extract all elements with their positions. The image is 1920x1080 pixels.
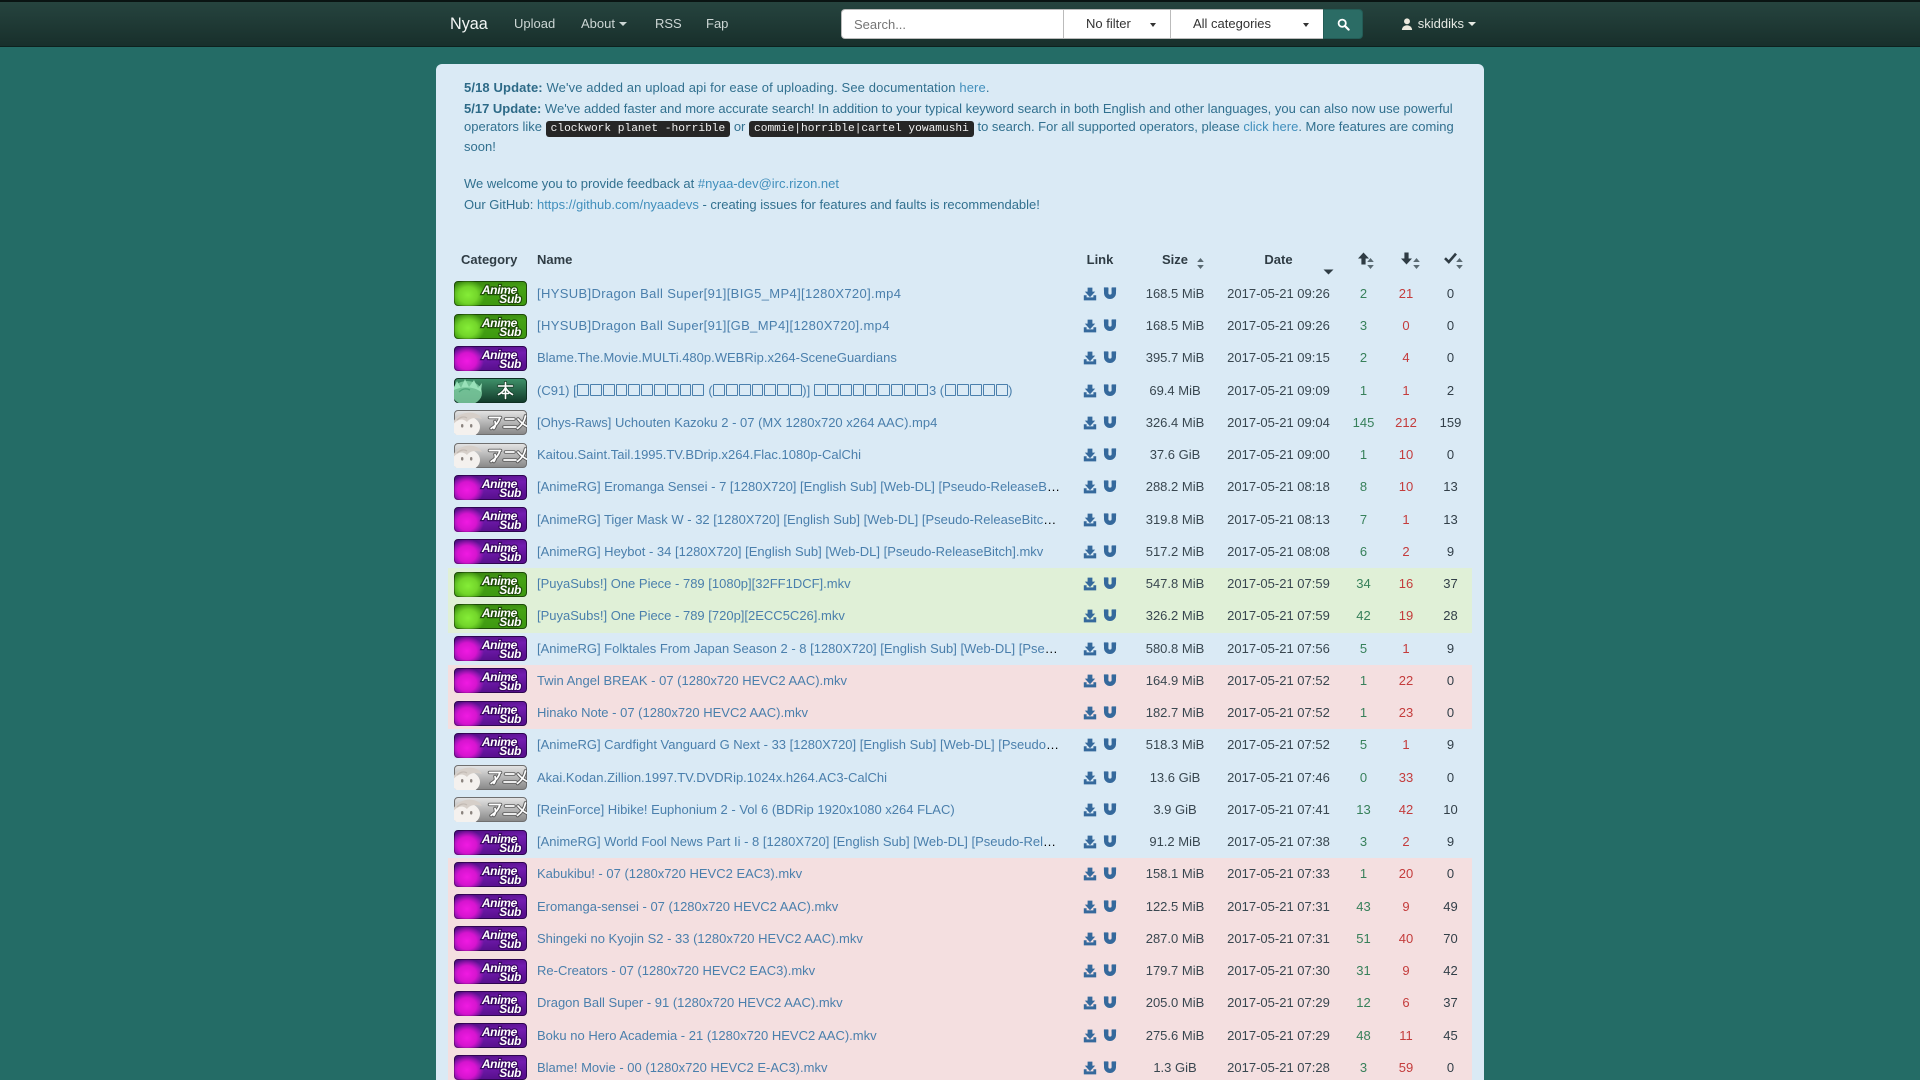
- svg-text:Sub: Sub: [499, 841, 521, 855]
- svg-text:Sub: Sub: [499, 1034, 521, 1048]
- svg-text:Sub: Sub: [499, 357, 521, 371]
- svg-text:Sub: Sub: [499, 970, 521, 984]
- svg-text:Sub: Sub: [499, 873, 521, 887]
- svg-text:Sub: Sub: [499, 486, 521, 500]
- svg-text:Sub: Sub: [499, 583, 521, 597]
- svg-text:Sub: Sub: [499, 292, 521, 306]
- svg-text:Sub: Sub: [499, 937, 521, 951]
- svg-text:Sub: Sub: [499, 518, 521, 532]
- svg-text:Sub: Sub: [499, 1066, 521, 1080]
- svg-text:Sub: Sub: [499, 1002, 521, 1016]
- svg-text:Sub: Sub: [499, 905, 521, 919]
- svg-text:Sub: Sub: [499, 712, 521, 726]
- svg-text:Sub: Sub: [499, 550, 521, 564]
- svg-text:Sub: Sub: [499, 647, 521, 661]
- svg-text:Sub: Sub: [499, 325, 521, 339]
- svg-text:Sub: Sub: [499, 615, 521, 629]
- svg-text:Sub: Sub: [499, 744, 521, 758]
- svg-text:Sub: Sub: [499, 679, 521, 693]
